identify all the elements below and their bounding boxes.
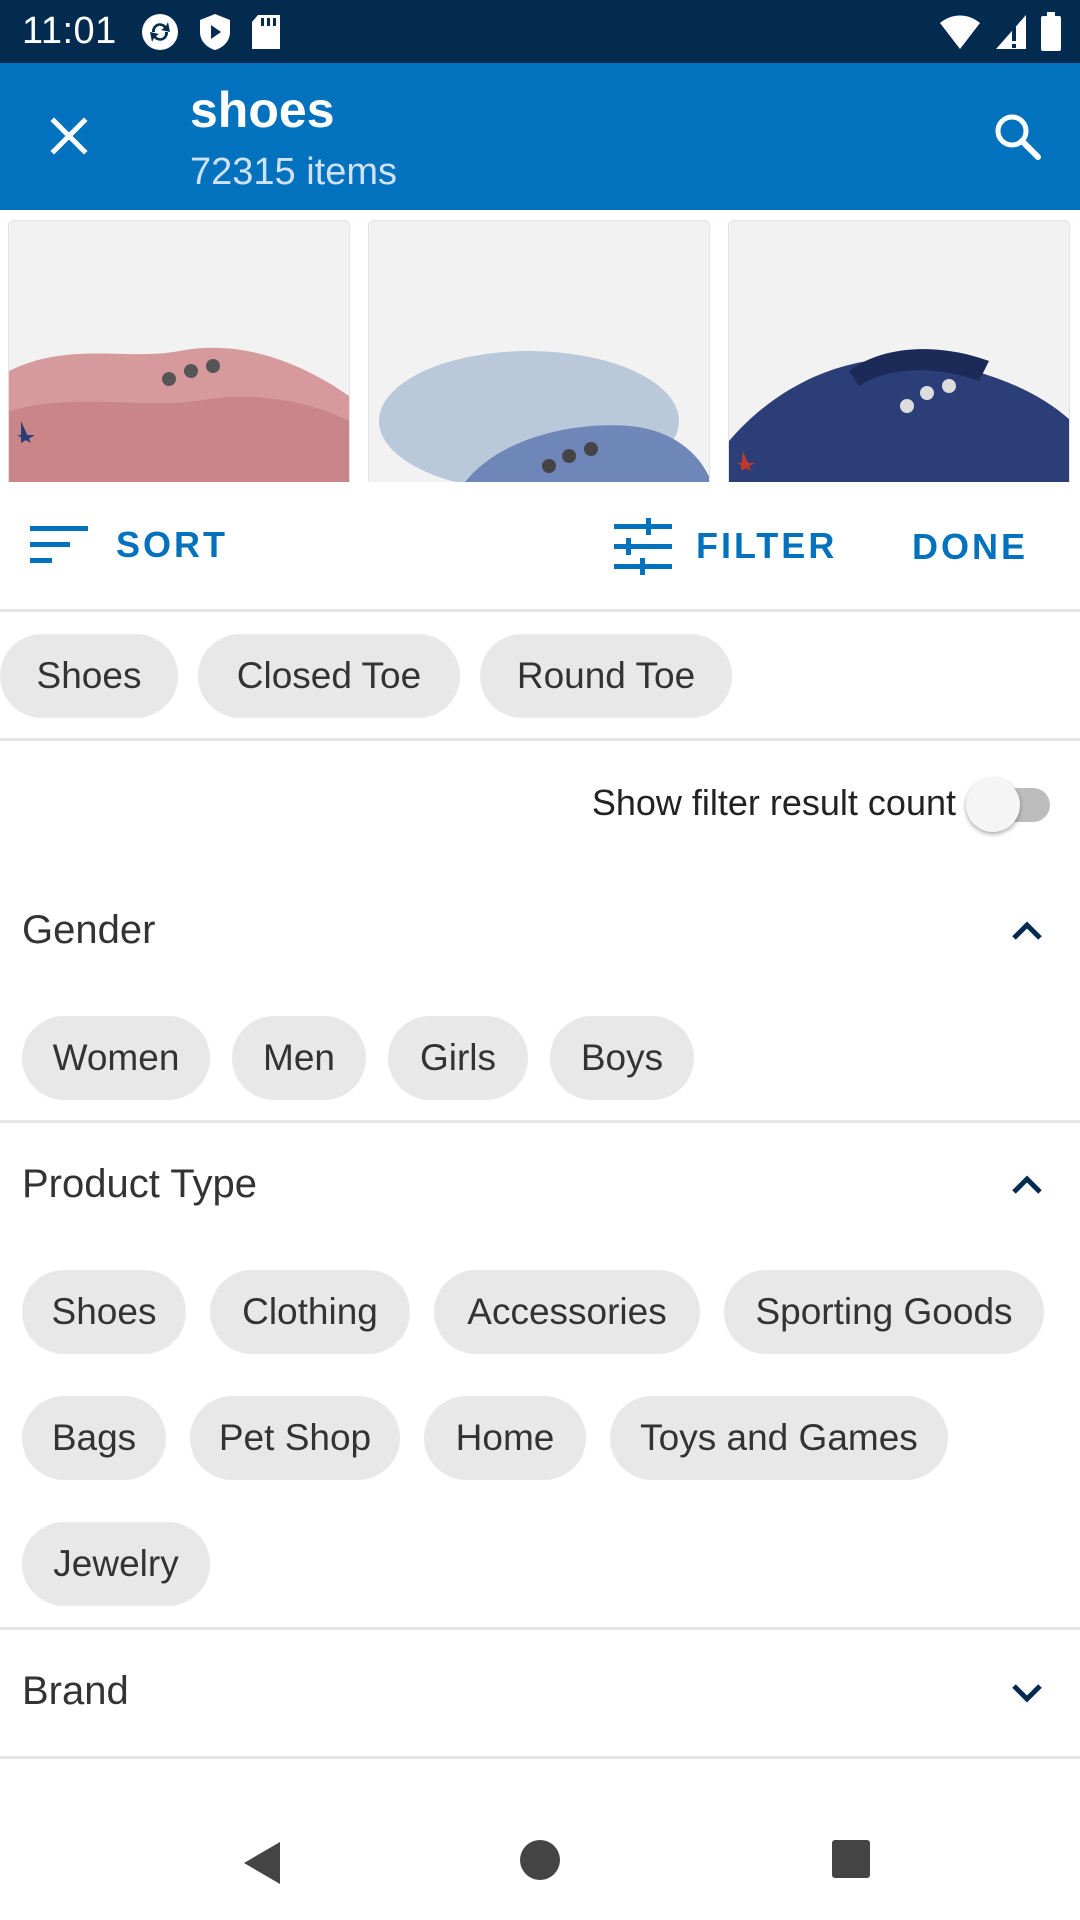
toggle-knob[interactable] <box>966 778 1020 832</box>
selected-filter-chip[interactable]: Closed Toe <box>198 634 460 718</box>
sync-icon <box>142 14 178 50</box>
chevron-up-icon[interactable] <box>1000 904 1054 958</box>
done-button[interactable]: DONE <box>912 526 1028 568</box>
home-icon[interactable] <box>518 1838 562 1882</box>
sd-card-icon <box>252 15 280 49</box>
sort-icon <box>30 526 88 563</box>
product-card[interactable] <box>368 220 710 482</box>
nav-bar <box>0 1780 1080 1920</box>
product-image <box>9 347 349 482</box>
sort-button[interactable]: SORT <box>28 522 228 568</box>
chevron-down-icon[interactable] <box>1000 1665 1054 1719</box>
product-type-chip[interactable]: Bags <box>22 1396 166 1480</box>
search-query-title: shoes <box>190 82 335 138</box>
gender-option-chip[interactable]: Men <box>232 1016 366 1100</box>
product-type-chip[interactable]: Shoes <box>22 1270 186 1354</box>
product-image <box>379 351 709 482</box>
sort-label: SORT <box>116 524 229 565</box>
filter-label: FILTER <box>696 525 838 566</box>
recents-icon[interactable] <box>830 1838 872 1880</box>
app-bar: shoes 72315 items <box>0 63 1080 210</box>
wifi-icon <box>940 15 980 49</box>
product-card[interactable] <box>8 220 350 482</box>
filter-icon <box>614 518 672 575</box>
gender-option-chip[interactable]: Girls <box>388 1016 528 1100</box>
product-type-chip[interactable]: Jewelry <box>22 1522 210 1606</box>
search-icon[interactable] <box>990 109 1044 163</box>
product-type-chip[interactable]: Sporting Goods <box>724 1270 1044 1354</box>
product-strip <box>0 210 1080 482</box>
selected-filters-row: Shoes Closed Toe Round Toe <box>0 615 1080 741</box>
product-card[interactable] <box>728 220 1070 482</box>
selected-filter-chip[interactable]: Shoes <box>0 634 178 718</box>
product-type-chip[interactable]: Clothing <box>210 1270 410 1354</box>
chevron-up-icon[interactable] <box>1000 1158 1054 1212</box>
divider <box>0 1627 1080 1630</box>
shield-icon <box>200 14 230 50</box>
back-icon[interactable] <box>236 1838 286 1888</box>
item-count: 72315 items <box>190 151 398 193</box>
close-icon[interactable] <box>44 111 94 161</box>
status-time: 11:01 <box>22 10 117 52</box>
filter-count-toggle-row: Show filter result count <box>0 760 1080 850</box>
battery-icon <box>1041 12 1061 51</box>
product-type-chip[interactable]: Toys and Games <box>610 1396 948 1480</box>
gender-option-chip[interactable]: Women <box>22 1016 210 1100</box>
signal-icon <box>996 15 1026 49</box>
toggle-label: Show filter result count <box>591 782 956 823</box>
product-type-chip[interactable]: Accessories <box>434 1270 700 1354</box>
brand-section-title[interactable]: Brand <box>22 1669 129 1714</box>
divider <box>0 1756 1080 1759</box>
product-type-section-title[interactable]: Product Type <box>22 1162 257 1207</box>
selected-filter-chip[interactable]: Round Toe <box>480 634 732 718</box>
product-type-chip[interactable]: Home <box>424 1396 586 1480</box>
status-bar: 11:01 <box>0 0 1080 63</box>
divider <box>0 1120 1080 1123</box>
gender-option-chip[interactable]: Boys <box>550 1016 694 1100</box>
filter-button[interactable]: FILTER <box>612 516 837 576</box>
action-bar: SORT FILTER DONE <box>0 482 1080 612</box>
status-icons-left <box>140 12 282 52</box>
status-icons-right <box>938 12 1062 52</box>
gender-section-title[interactable]: Gender <box>22 908 155 953</box>
product-image <box>729 349 1069 482</box>
product-type-chip[interactable]: Pet Shop <box>190 1396 400 1480</box>
